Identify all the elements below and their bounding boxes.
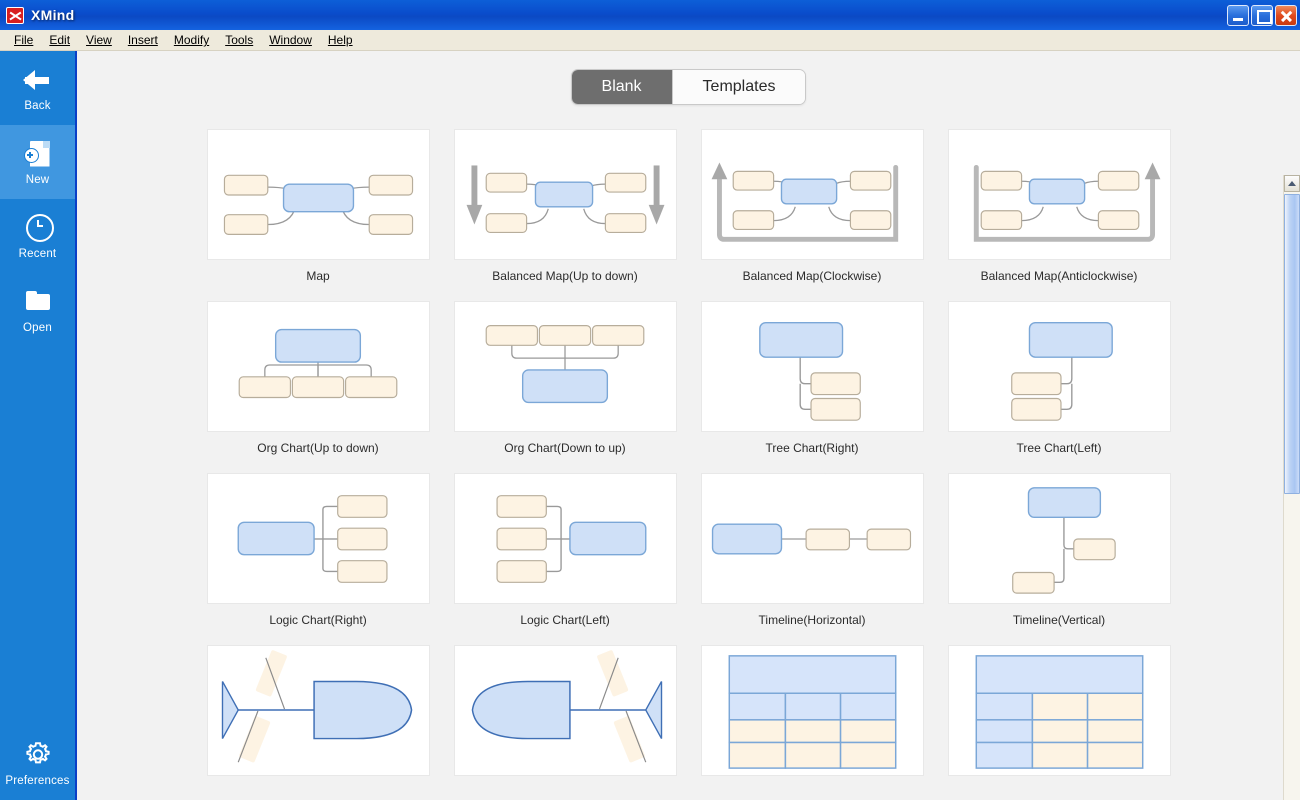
template-label-balanced-ccw: Balanced Map(Anticlockwise) [980,269,1138,283]
chevron-up-icon [1288,181,1296,186]
folder-icon [21,287,55,317]
close-button[interactable] [1275,4,1297,26]
menu-window[interactable]: Window [261,31,320,49]
template-label-map: Map [306,269,330,283]
template-thumb-tree-left [947,301,1171,432]
template-card-tree-chart-right[interactable]: Tree Chart(Right) [689,293,936,465]
view-mode-tabs: Blank Templates [77,51,1300,121]
menu-tools[interactable]: Tools [217,31,261,49]
template-thumb-org-up [453,301,677,432]
template-label-balanced-up-down: Balanced Map(Up to down) [492,269,638,283]
menu-file[interactable]: File [6,31,41,49]
template-thumb-map [206,129,430,260]
gear-icon [22,740,54,770]
maximize-button[interactable] [1251,4,1273,26]
menu-edit[interactable]: Edit [41,31,78,49]
template-card-balanced-map-up-to-down[interactable]: Balanced Map(Up to down) [442,121,689,293]
sidebar-item-open[interactable]: Open [0,273,75,347]
template-card-fishbone-left[interactable] [442,637,689,795]
content-area: Blank Templates Map Balanced Map(Up to d… [77,51,1300,800]
scrollbar-thumb[interactable] [1284,194,1300,494]
template-label-tree-right: Tree Chart(Right) [765,441,859,455]
template-card-balanced-map-anticlockwise[interactable]: Balanced Map(Anticlockwise) [936,121,1183,293]
template-thumb-timeline-h [700,473,924,604]
minimize-button[interactable] [1227,4,1249,26]
template-card-org-chart-down-to-up[interactable]: Org Chart(Down to up) [442,293,689,465]
xmind-logo-icon [6,6,24,24]
template-card-logic-chart-left[interactable]: Logic Chart(Left) [442,465,689,637]
template-card-timeline-vertical[interactable]: Timeline(Vertical) [936,465,1183,637]
sidebar-label-recent: Recent [18,247,57,260]
sidebar-label-open: Open [23,321,52,334]
template-label-org-down: Org Chart(Up to down) [257,441,379,455]
template-label-balanced-cw: Balanced Map(Clockwise) [742,269,882,283]
vertical-scrollbar[interactable] [1283,175,1300,800]
template-card-balanced-map-clockwise[interactable]: Balanced Map(Clockwise) [689,121,936,293]
scroll-up-button[interactable] [1284,175,1300,192]
template-thumb-logic-right [206,473,430,604]
template-card-org-chart-up-to-down[interactable]: Org Chart(Up to down) [195,293,442,465]
menu-modify[interactable]: Modify [166,31,217,49]
sidebar: Back New Recent Open Preferences [0,51,77,800]
template-grid: Map Balanced Map(Up to down) Balanced Ma… [77,121,1300,800]
sidebar-item-back[interactable]: Back [0,51,75,125]
menubar: File Edit View Insert Modify Tools Windo… [0,30,1300,51]
template-label-timeline-h: Timeline(Horizontal) [758,613,866,627]
template-thumb-matrix-rows [700,645,924,776]
sidebar-label-preferences: Preferences [5,774,70,787]
titlebar-left: XMind [6,6,1227,24]
sidebar-item-recent[interactable]: Recent [0,199,75,273]
scrollbar-track[interactable] [1284,192,1300,800]
template-thumb-matrix-cols [947,645,1171,776]
template-grid-scroll[interactable]: Map Balanced Map(Up to down) Balanced Ma… [77,121,1300,800]
template-label-tree-left: Tree Chart(Left) [1016,441,1102,455]
sidebar-item-preferences[interactable]: Preferences [0,726,75,800]
clock-icon [21,213,55,243]
maximize-icon [1252,6,1272,25]
template-card-tree-chart-left[interactable]: Tree Chart(Left) [936,293,1183,465]
template-card-map[interactable]: Map [195,121,442,293]
template-label-logic-left: Logic Chart(Left) [520,613,610,627]
template-thumb-balanced-ccw [947,129,1171,260]
window-controls [1227,4,1297,26]
template-card-matrix-row-header[interactable] [689,637,936,795]
sidebar-label-back: Back [24,99,51,112]
template-thumb-timeline-v [947,473,1171,604]
template-card-fishbone-right[interactable] [195,637,442,795]
template-thumb-balanced-up-down [453,129,677,260]
template-thumb-tree-right [700,301,924,432]
menu-view[interactable]: View [78,31,120,49]
template-thumb-logic-left [453,473,677,604]
template-thumb-fishbone-left [453,645,677,776]
menu-insert[interactable]: Insert [120,31,166,49]
template-thumb-fishbone-right [206,645,430,776]
template-label-timeline-v: Timeline(Vertical) [1012,613,1106,627]
template-label-org-up: Org Chart(Down to up) [504,441,626,455]
tab-blank[interactable]: Blank [571,70,672,104]
tab-templates[interactable]: Templates [671,70,806,104]
segmented-control: Blank Templates [570,69,807,105]
app-title: XMind [31,7,75,23]
main-shell: Back New Recent Open Preferences Blank T… [0,51,1300,800]
minimize-icon [1228,6,1248,25]
sidebar-item-new[interactable]: New [0,125,75,199]
template-label-logic-right: Logic Chart(Right) [269,613,367,627]
template-card-logic-chart-right[interactable]: Logic Chart(Right) [195,465,442,637]
back-arrow-icon [21,65,55,95]
menu-help[interactable]: Help [320,31,361,49]
template-card-timeline-horizontal[interactable]: Timeline(Horizontal) [689,465,936,637]
template-thumb-balanced-cw [700,129,924,260]
template-card-matrix-col-header[interactable] [936,637,1183,795]
titlebar: XMind [0,0,1300,30]
close-icon [1276,6,1296,25]
xmind-window: XMind File Edit View Insert Modify Tools… [0,0,1300,800]
template-thumb-org-down [206,301,430,432]
new-document-icon [21,139,55,169]
sidebar-label-new: New [25,173,50,186]
